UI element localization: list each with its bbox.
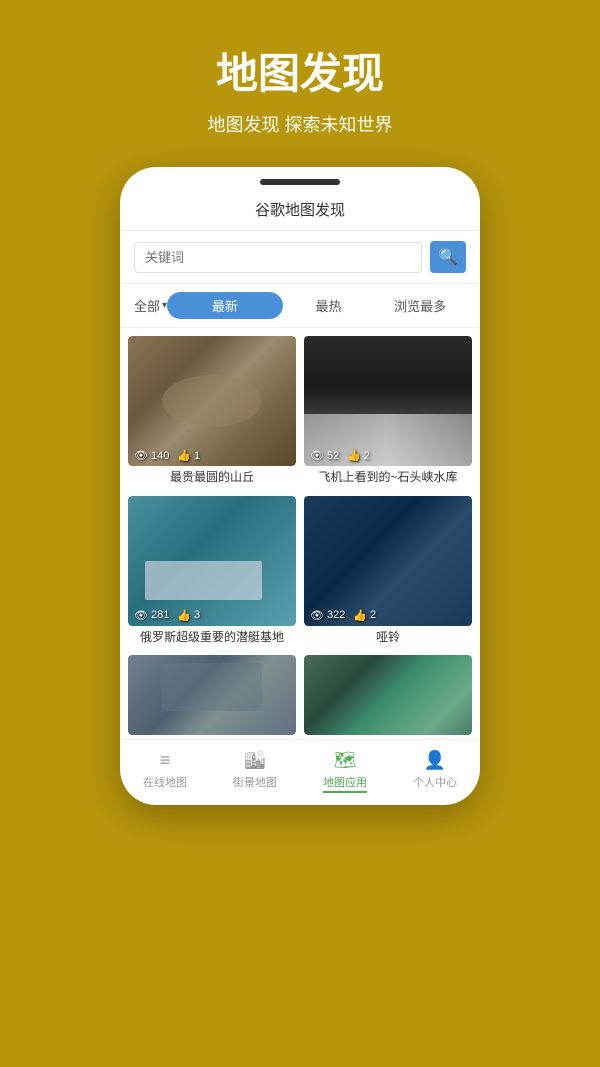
menu-icon: ≡ bbox=[160, 750, 171, 771]
partial-item-2[interactable] bbox=[304, 655, 472, 735]
street-view-icon: 🏙 bbox=[244, 750, 267, 771]
like-icon-3: 👍 bbox=[177, 609, 191, 622]
stats-overlay-1: 👁 140 👍 1 bbox=[134, 449, 200, 462]
app-title: 谷歌地图发现 bbox=[255, 202, 345, 219]
app-title-bar: 谷歌地图发现 bbox=[120, 185, 480, 231]
content-grid: 👁 140 👍 1 最贵最圆的山丘 bbox=[120, 328, 480, 655]
nav-label-online-map: 在线地图 bbox=[143, 774, 187, 790]
like-icon-1: 👍 bbox=[177, 449, 191, 462]
grid-image-1: 👁 140 👍 1 bbox=[128, 336, 296, 466]
like-count-4: 👍 2 bbox=[353, 609, 376, 622]
like-count-2: 👍 2 bbox=[347, 449, 370, 462]
satellite-image-5 bbox=[128, 655, 296, 735]
item-label-1: 最贵最圆的山丘 bbox=[128, 466, 296, 488]
filter-tab-all[interactable]: 全部 ▾ bbox=[134, 296, 167, 315]
grid-image-2: 👁 52 👍 2 bbox=[304, 336, 472, 466]
nav-label-map-apps: 地图应用 bbox=[323, 774, 367, 793]
like-icon-4: 👍 bbox=[353, 609, 367, 622]
page-title: 地图发现 bbox=[208, 40, 393, 101]
page-subtitle: 地图发现 探索未知世界 bbox=[208, 111, 393, 137]
grid-item-4[interactable]: 👁 322 👍 2 哑铃 bbox=[304, 496, 472, 648]
eye-icon-3: 👁 bbox=[134, 609, 148, 622]
item-label-3: 俄罗斯超级重要的潜艇基地 bbox=[128, 626, 296, 648]
grid-item-1[interactable]: 👁 140 👍 1 最贵最圆的山丘 bbox=[128, 336, 296, 488]
like-icon-2: 👍 bbox=[347, 449, 361, 462]
view-count-3: 👁 281 bbox=[134, 609, 169, 622]
partial-item-1[interactable] bbox=[128, 655, 296, 735]
like-count-1: 👍 1 bbox=[177, 449, 200, 462]
header-section: 地图发现 地图发现 探索未知世界 bbox=[188, 0, 413, 157]
search-button[interactable]: 🔍 bbox=[430, 241, 466, 273]
partial-image-1 bbox=[128, 655, 296, 735]
satellite-image-2 bbox=[304, 336, 472, 466]
view-count-1: 👁 140 bbox=[134, 449, 169, 462]
stats-overlay-4: 👁 322 👍 2 bbox=[310, 609, 376, 622]
phone-frame: 谷歌地图发现 🔍 全部 ▾ 最新 最热 浏览最多 bbox=[120, 167, 480, 805]
filter-tab-hottest[interactable]: 最热 bbox=[283, 292, 375, 319]
nav-item-online-map[interactable]: ≡ 在线地图 bbox=[120, 748, 210, 795]
grid-image-3: 👁 281 👍 3 bbox=[128, 496, 296, 626]
phone-content: 谷歌地图发现 🔍 全部 ▾ 最新 最热 浏览最多 bbox=[120, 185, 480, 805]
search-icon: 🔍 bbox=[438, 247, 458, 267]
satellite-image-4 bbox=[304, 496, 472, 626]
stats-overlay-3: 👁 281 👍 3 bbox=[134, 609, 200, 622]
item-label-4: 哑铃 bbox=[304, 626, 472, 648]
filter-all-label: 全部 bbox=[134, 296, 160, 315]
nav-label-profile: 个人中心 bbox=[413, 774, 457, 790]
partial-image-2 bbox=[304, 655, 472, 735]
eye-icon-4: 👁 bbox=[310, 609, 324, 622]
satellite-image-1 bbox=[128, 336, 296, 466]
view-count-2: 👁 52 bbox=[310, 449, 339, 462]
nav-item-map-apps[interactable]: 🗺 地图应用 bbox=[300, 748, 390, 795]
like-count-3: 👍 3 bbox=[177, 609, 200, 622]
grid-item-2[interactable]: 👁 52 👍 2 飞机上看到的~石头峡水库 bbox=[304, 336, 472, 488]
filter-tab-newest[interactable]: 最新 bbox=[167, 292, 283, 319]
satellite-image-6 bbox=[304, 655, 472, 735]
map-apps-icon: 🗺 bbox=[334, 750, 357, 771]
grid-item-3[interactable]: 👁 281 👍 3 俄罗斯超级重要的潜艇基地 bbox=[128, 496, 296, 648]
filter-tab-most-viewed[interactable]: 浏览最多 bbox=[374, 292, 466, 319]
bottom-nav: ≡ 在线地图 🏙 街景地图 🗺 地图应用 👤 个人中心 bbox=[120, 739, 480, 805]
nav-label-street-view: 街景地图 bbox=[233, 774, 277, 790]
eye-icon-2: 👁 bbox=[310, 449, 324, 462]
grid-image-4: 👁 322 👍 2 bbox=[304, 496, 472, 626]
filter-tabs: 全部 ▾ 最新 最热 浏览最多 bbox=[120, 284, 480, 328]
search-bar: 🔍 bbox=[120, 231, 480, 284]
stats-overlay-2: 👁 52 👍 2 bbox=[310, 449, 370, 462]
partial-row bbox=[120, 655, 480, 739]
eye-icon-1: 👁 bbox=[134, 449, 148, 462]
nav-item-profile[interactable]: 👤 个人中心 bbox=[390, 748, 480, 795]
item-label-2: 飞机上看到的~石头峡水库 bbox=[304, 466, 472, 488]
search-input[interactable] bbox=[134, 242, 422, 273]
view-count-4: 👁 322 bbox=[310, 609, 345, 622]
nav-item-street-view[interactable]: 🏙 街景地图 bbox=[210, 748, 300, 795]
profile-icon: 👤 bbox=[424, 750, 446, 771]
satellite-image-3 bbox=[128, 496, 296, 626]
